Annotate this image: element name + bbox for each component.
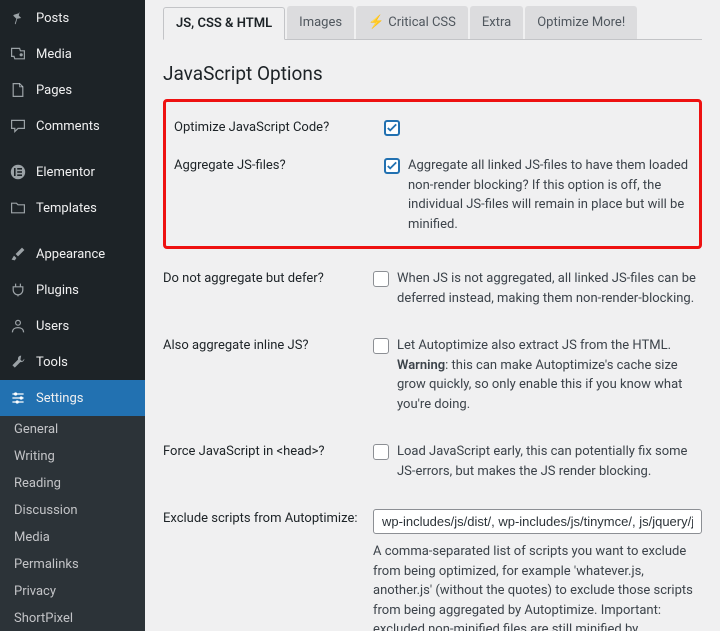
field-label: Optimize JavaScript Code? bbox=[174, 118, 384, 135]
sidebar-item-label: Tools bbox=[36, 355, 68, 370]
sidebar-item-label: Media bbox=[36, 47, 72, 62]
field-desc: When JS is not aggregated, all linked JS… bbox=[397, 269, 702, 308]
bolt-icon: ⚡ bbox=[368, 15, 384, 30]
user-icon bbox=[8, 316, 28, 336]
sidebar-item-label: Templates bbox=[36, 201, 97, 216]
sidebar-item-label: Appearance bbox=[36, 247, 105, 262]
sidebar-item-tools[interactable]: Tools bbox=[0, 344, 145, 380]
wrench-icon bbox=[8, 352, 28, 372]
plug-icon bbox=[8, 280, 28, 300]
sidebar-item-settings[interactable]: Settings bbox=[0, 380, 145, 416]
sidebar-item-templates[interactable]: Templates bbox=[0, 190, 145, 226]
comment-icon bbox=[8, 116, 28, 136]
field-label: Aggregate JS-files? bbox=[174, 156, 384, 173]
checkbox-inline-js[interactable] bbox=[373, 338, 389, 354]
exclude-scripts-input[interactable] bbox=[373, 509, 702, 534]
tab-optimize-more[interactable]: Optimize More! bbox=[525, 6, 637, 39]
folder-icon bbox=[8, 198, 28, 218]
sidebar-item-label: Users bbox=[36, 319, 69, 334]
field-label: Do not aggregate but defer? bbox=[163, 269, 373, 286]
sidebar-subitem-writing[interactable]: Writing bbox=[0, 443, 145, 470]
sidebar-item-label: Comments bbox=[36, 119, 100, 134]
sidebar-subitem-general[interactable]: General bbox=[0, 416, 145, 443]
field-label: Exclude scripts from Autoptimize: bbox=[163, 509, 373, 526]
sidebar-item-label: Plugins bbox=[36, 283, 79, 298]
page-icon bbox=[8, 80, 28, 100]
tab-critical-css[interactable]: ⚡ Critical CSS bbox=[356, 6, 468, 39]
elementor-icon bbox=[8, 162, 28, 182]
row-aggregate-js: Aggregate JS-files? Aggregate all linked… bbox=[174, 146, 691, 244]
pin-icon bbox=[8, 8, 28, 28]
field-desc: Let Autoptimize also extract JS from the… bbox=[397, 336, 702, 414]
field-label: Also aggregate inline JS? bbox=[163, 336, 373, 353]
checkbox-force-head[interactable] bbox=[373, 444, 389, 460]
sidebar-subitem-permalinks[interactable]: Permalinks bbox=[0, 551, 145, 578]
tab-images[interactable]: Images bbox=[287, 6, 354, 39]
sidebar-item-label: Elementor bbox=[36, 165, 95, 180]
sidebar-item-users[interactable]: Users bbox=[0, 308, 145, 344]
tab-extra[interactable]: Extra bbox=[470, 6, 523, 39]
settings-tabs: JS, CSS & HTML Images ⚡ Critical CSS Extr… bbox=[163, 6, 702, 40]
sidebar-subitem-discussion[interactable]: Discussion bbox=[0, 497, 145, 524]
row-defer: Do not aggregate but defer? When JS is n… bbox=[163, 255, 702, 322]
sidebar-item-elementor[interactable]: Elementor bbox=[0, 154, 145, 190]
admin-sidebar: Posts Media Pages Comments Elementor Tem… bbox=[0, 0, 145, 631]
settings-submenu: General Writing Reading Discussion Media… bbox=[0, 416, 145, 631]
field-desc: A comma-separated list of scripts you wa… bbox=[373, 542, 702, 631]
row-exclude: Exclude scripts from Autoptimize: A comm… bbox=[163, 495, 702, 631]
row-force-head: Force JavaScript in <head>? Load JavaScr… bbox=[163, 428, 702, 495]
sidebar-item-label: Posts bbox=[36, 11, 69, 26]
media-icon bbox=[8, 44, 28, 64]
sidebar-item-plugins[interactable]: Plugins bbox=[0, 272, 145, 308]
field-label: Force JavaScript in <head>? bbox=[163, 442, 373, 459]
brush-icon bbox=[8, 244, 28, 264]
field-desc: Aggregate all linked JS-files to have th… bbox=[408, 156, 691, 234]
checkbox-optimize-js[interactable] bbox=[384, 120, 400, 136]
sidebar-item-label: Pages bbox=[36, 83, 72, 98]
sidebar-item-pages[interactable]: Pages bbox=[0, 72, 145, 108]
sidebar-subitem-shortpixel[interactable]: ShortPixel bbox=[0, 605, 145, 631]
sidebar-item-media[interactable]: Media bbox=[0, 36, 145, 72]
sliders-icon bbox=[8, 388, 28, 408]
sidebar-item-posts[interactable]: Posts bbox=[0, 0, 145, 36]
sidebar-subitem-reading[interactable]: Reading bbox=[0, 470, 145, 497]
sidebar-subitem-privacy[interactable]: Privacy bbox=[0, 578, 145, 605]
checkbox-defer[interactable] bbox=[373, 271, 389, 287]
field-desc: Load JavaScript early, this can potentia… bbox=[397, 442, 702, 481]
sidebar-item-comments[interactable]: Comments bbox=[0, 108, 145, 144]
main-content: JS, CSS & HTML Images ⚡ Critical CSS Extr… bbox=[145, 0, 720, 631]
tab-jscsshtml[interactable]: JS, CSS & HTML bbox=[163, 7, 285, 40]
highlight-box: Optimize JavaScript Code? Aggregate JS-f… bbox=[163, 99, 702, 249]
sidebar-subitem-media[interactable]: Media bbox=[0, 524, 145, 551]
row-inline-js: Also aggregate inline JS? Let Autoptimiz… bbox=[163, 322, 702, 428]
section-title: JavaScript Options bbox=[163, 62, 702, 85]
tab-label: Critical CSS bbox=[388, 15, 456, 30]
row-optimize-js: Optimize JavaScript Code? bbox=[174, 108, 691, 146]
sidebar-item-appearance[interactable]: Appearance bbox=[0, 236, 145, 272]
sidebar-item-label: Settings bbox=[36, 391, 83, 406]
checkbox-aggregate-js[interactable] bbox=[384, 158, 400, 174]
